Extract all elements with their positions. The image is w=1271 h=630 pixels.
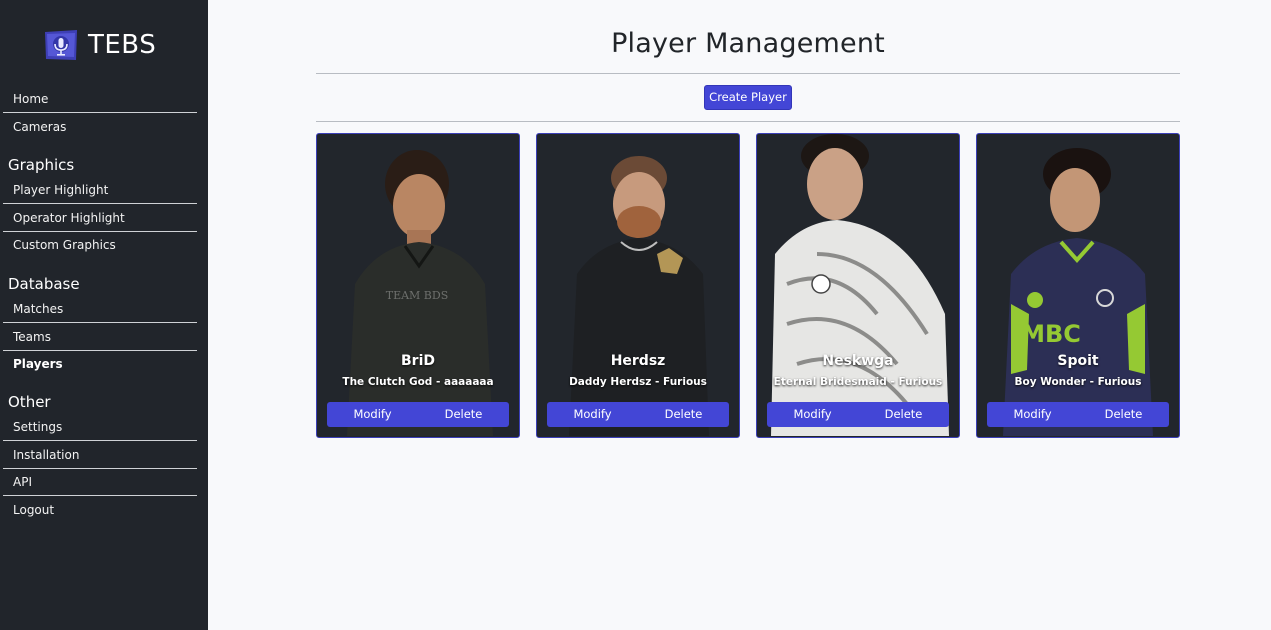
modify-button[interactable]: Modify (987, 402, 1078, 427)
player-card-list: TEAM BDS BriD The Clutch God - aaaaaaa M… (316, 133, 1180, 438)
sidebar-item-teams[interactable]: Teams (3, 324, 197, 351)
player-name: Herdsz (610, 353, 666, 369)
player-photo: MBC (1003, 148, 1153, 436)
player-card: MBC Spoit Boy Wonder - Furious Modify De… (976, 133, 1180, 438)
player-name: Neskwga (822, 353, 894, 369)
modify-button[interactable]: Modify (767, 402, 858, 427)
sidebar-section-graphics: Graphics (8, 156, 75, 174)
app-name: TEBS (88, 30, 157, 60)
player-actions: Modify Delete (767, 402, 949, 427)
sidebar-section-database: Database (8, 275, 80, 293)
sidebar-item-logout[interactable]: Logout (3, 497, 197, 524)
player-photo (569, 156, 709, 436)
sidebar-item-api[interactable]: API (3, 469, 197, 496)
delete-button[interactable]: Delete (638, 402, 729, 427)
sidebar-item-operator-highlight[interactable]: Operator Highlight (3, 205, 197, 232)
sidebar: TEBS Home Cameras Graphics Player Highli… (0, 0, 208, 630)
delete-button[interactable]: Delete (1078, 402, 1169, 427)
svg-text:MBC: MBC (1021, 320, 1081, 348)
delete-button[interactable]: Delete (418, 402, 509, 427)
create-player-button[interactable]: Create Player (704, 85, 792, 110)
player-actions: Modify Delete (547, 402, 729, 427)
sidebar-item-home[interactable]: Home (3, 86, 197, 113)
main-content: Player Management Create Player TEAM BDS… (208, 0, 1271, 630)
divider (316, 73, 1180, 74)
player-photo (771, 134, 949, 436)
player-card: Neskwga Eternal Bridesmaid - Furious Mod… (756, 133, 960, 438)
svg-text:TEAM BDS: TEAM BDS (386, 289, 449, 302)
brand[interactable]: TEBS (43, 28, 156, 62)
sidebar-item-player-highlight[interactable]: Player Highlight (3, 177, 197, 204)
divider (316, 121, 1180, 122)
player-actions: Modify Delete (327, 402, 509, 427)
page-title: Player Management (611, 28, 885, 59)
delete-button[interactable]: Delete (858, 402, 949, 427)
player-card: Herdsz Daddy Herdsz - Furious Modify Del… (536, 133, 740, 438)
sidebar-section-other: Other (8, 393, 51, 411)
sidebar-item-players[interactable]: Players (3, 351, 197, 378)
sidebar-item-settings[interactable]: Settings (3, 414, 197, 441)
player-name: BriD (401, 353, 435, 369)
modify-button[interactable]: Modify (327, 402, 418, 427)
player-name: Spoit (1057, 353, 1099, 369)
sidebar-item-matches[interactable]: Matches (3, 296, 197, 323)
player-actions: Modify Delete (987, 402, 1169, 427)
sidebar-item-custom-graphics[interactable]: Custom Graphics (3, 232, 197, 259)
player-tagline: The Clutch God - aaaaaaa (342, 376, 494, 388)
player-card: TEAM BDS BriD The Clutch God - aaaaaaa M… (316, 133, 520, 438)
player-photo: TEAM BDS (347, 150, 493, 436)
player-tagline: Daddy Herdsz - Furious (569, 376, 707, 388)
sidebar-item-installation[interactable]: Installation (3, 442, 197, 469)
app-logo-icon (45, 30, 77, 60)
sidebar-item-cameras[interactable]: Cameras (3, 114, 197, 141)
player-tagline: Boy Wonder - Furious (1014, 376, 1142, 388)
player-tagline: Eternal Bridesmaid - Furious (773, 376, 943, 388)
modify-button[interactable]: Modify (547, 402, 638, 427)
